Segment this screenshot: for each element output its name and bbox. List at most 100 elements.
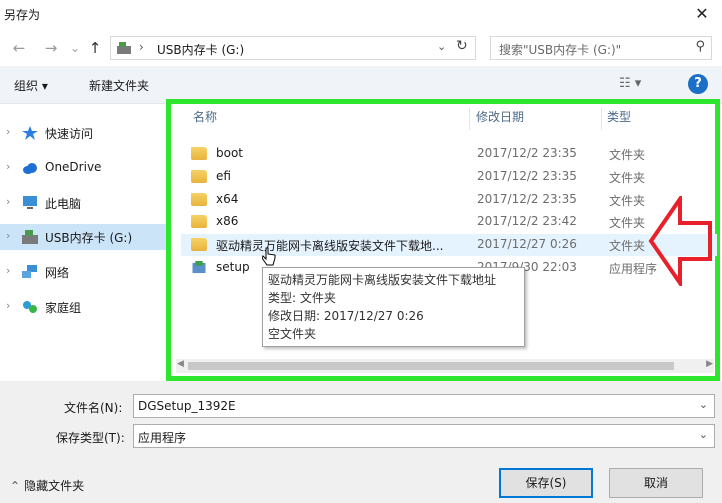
- collapse-caret-icon: ⌃: [10, 479, 21, 493]
- sidebar-item-label: 此电脑: [45, 197, 82, 211]
- sidebar-item-label: USB内存卡 (G:): [45, 231, 133, 245]
- sidebar-item-homegroup[interactable]: › 家庭组: [0, 294, 166, 320]
- file-row[interactable]: efi 2017/12/2 23:35 文件夹: [181, 166, 717, 188]
- sidebar-item-onedrive[interactable]: › OneDrive: [0, 155, 166, 181]
- file-row[interactable]: boot 2017/12/2 23:35 文件夹: [181, 143, 717, 165]
- scroll-right-icon[interactable]: ▶: [706, 359, 713, 369]
- folder-icon: [191, 170, 207, 183]
- expand-chevron-icon[interactable]: ›: [6, 264, 10, 277]
- search-placeholder: 搜索"USB内存卡 (G:)": [499, 43, 622, 57]
- sidebar-item-usb-drive[interactable]: › USB内存卡 (G:): [0, 224, 166, 250]
- new-folder-button[interactable]: 新建文件夹: [89, 77, 149, 94]
- column-header-type[interactable]: 类型: [607, 108, 631, 125]
- cloud-icon: [23, 163, 37, 174]
- computer-icon: [23, 196, 37, 209]
- organize-menu[interactable]: 组织 ▾: [14, 77, 48, 94]
- cancel-button[interactable]: 取消: [609, 468, 703, 498]
- filename-field[interactable]: DGSetup_1392E ⌄: [133, 394, 715, 418]
- back-arrow-icon[interactable]: ←: [10, 38, 28, 58]
- tooltip-type: 类型: 文件夹: [268, 291, 336, 305]
- star-icon: [22, 126, 38, 140]
- file-type: 文件夹: [609, 148, 646, 162]
- horizontal-scrollbar[interactable]: ◀ ▶: [176, 359, 714, 373]
- folder-icon: [191, 215, 207, 228]
- file-name: x86: [216, 214, 239, 228]
- file-type: 文件夹: [609, 216, 646, 230]
- homegroup-icon: [23, 301, 37, 313]
- save-form-area: 文件名(N): DGSetup_1392E ⌄ 保存类型(T): 应用程序 ⌄ …: [0, 381, 722, 503]
- file-tooltip: 驱动精灵万能网卡离线版安装文件下载地址 类型: 文件夹 修改日期: 2017/1…: [262, 267, 525, 347]
- scroll-left-icon[interactable]: ◀: [177, 359, 184, 369]
- search-icon[interactable]: ⚲: [695, 39, 705, 54]
- forward-arrow-icon[interactable]: →: [42, 38, 60, 58]
- title-bar: 另存为 ✕: [0, 0, 722, 30]
- expand-chevron-icon[interactable]: ›: [6, 195, 10, 208]
- address-dropdown-icon[interactable]: ⌄: [437, 40, 446, 53]
- up-arrow-icon[interactable]: ↑: [86, 38, 104, 58]
- search-box[interactable]: 搜索"USB内存卡 (G:)" ⚲: [490, 36, 712, 60]
- file-name: 驱动精灵万能网卡离线版安装文件下载地...: [216, 239, 444, 253]
- column-header-date[interactable]: 修改日期: [476, 108, 524, 125]
- file-date: 2017/12/2 23:42: [477, 214, 577, 228]
- address-row: ← → ⌄ ↑ › USB内存卡 (G:) ⌄ ↻ 搜索"USB内存卡 (G:)…: [0, 30, 722, 66]
- expand-chevron-icon[interactable]: ›: [6, 125, 10, 138]
- tooltip-name: 驱动精灵万能网卡离线版安装文件下载地址: [268, 273, 497, 287]
- hide-folders-toggle[interactable]: ⌃ 隐藏文件夹: [10, 477, 84, 494]
- help-icon[interactable]: ?: [688, 74, 708, 94]
- drive-icon: [22, 230, 38, 244]
- sidebar-item-network[interactable]: › 网络: [0, 259, 166, 285]
- file-name: setup: [216, 260, 250, 274]
- file-type: 文件夹: [609, 171, 646, 185]
- folder-icon: [191, 238, 207, 251]
- column-divider[interactable]: [469, 108, 470, 130]
- filetype-dropdown-icon[interactable]: ⌄: [699, 428, 708, 441]
- file-date: 2017/12/2 23:35: [477, 169, 577, 183]
- navigation-pane: › 快速访问 › OneDrive › 此电脑 › USB内存卡 (G:) › …: [0, 104, 166, 380]
- column-divider[interactable]: [601, 108, 602, 130]
- expand-chevron-icon[interactable]: ›: [6, 160, 10, 173]
- window-title: 另存为: [4, 8, 41, 22]
- filename-label: 文件名(N):: [64, 401, 123, 415]
- sidebar-item-label: 网络: [45, 266, 70, 280]
- column-header-name[interactable]: 名称: [193, 108, 217, 125]
- file-type: 文件夹: [609, 239, 646, 253]
- sidebar-item-this-pc[interactable]: › 此电脑: [0, 190, 166, 216]
- expand-chevron-icon[interactable]: ›: [6, 229, 10, 242]
- usb-drive-icon: [117, 42, 131, 54]
- file-name: boot: [216, 146, 244, 160]
- refresh-icon[interactable]: ↻: [456, 38, 468, 54]
- folder-icon: [191, 147, 207, 160]
- file-row[interactable]: x64 2017/12/2 23:35 文件夹: [181, 189, 717, 211]
- filetype-label: 保存类型(T):: [56, 431, 125, 445]
- breadcrumb-separator: ›: [139, 40, 144, 54]
- network-icon: [22, 265, 37, 278]
- file-date: 2017/12/2 23:35: [477, 192, 577, 206]
- file-name: x64: [216, 192, 239, 206]
- sidebar-item-label: OneDrive: [45, 160, 102, 174]
- recent-locations-chevron-icon[interactable]: ⌄: [66, 38, 84, 58]
- setup-icon: [192, 261, 206, 274]
- file-row[interactable]: x86 2017/12/2 23:42 文件夹: [181, 211, 717, 233]
- close-icon[interactable]: ✕: [688, 2, 716, 26]
- breadcrumb-usb-drive[interactable]: USB内存卡 (G:): [157, 41, 244, 58]
- filetype-select[interactable]: 应用程序 ⌄: [133, 424, 715, 448]
- filename-dropdown-icon[interactable]: ⌄: [699, 398, 708, 411]
- file-name: efi: [216, 169, 231, 183]
- filename-value: DGSetup_1392E: [138, 399, 236, 413]
- sidebar-item-quick-access[interactable]: › 快速访问: [0, 120, 166, 146]
- sidebar-item-label: 家庭组: [45, 301, 82, 315]
- red-arrow-annotation-icon: [648, 196, 712, 286]
- scrollbar-thumb[interactable]: [188, 362, 674, 370]
- file-type: 文件夹: [609, 194, 646, 208]
- view-options-icon[interactable]: ☷ ▾: [619, 76, 641, 91]
- mouse-cursor-icon: [262, 247, 276, 266]
- folder-icon: [191, 193, 207, 206]
- tooltip-empty: 空文件夹: [268, 327, 317, 341]
- expand-chevron-icon[interactable]: ›: [6, 299, 10, 312]
- file-date: 2017/12/2 23:35: [477, 146, 577, 160]
- sidebar-item-label: 快速访问: [45, 127, 94, 141]
- address-bar[interactable]: › USB内存卡 (G:) ⌄ ↻: [110, 36, 476, 60]
- file-date: 2017/12/27 0:26: [477, 237, 577, 251]
- tooltip-modified: 修改日期: 2017/12/27 0:26: [268, 309, 424, 323]
- save-button[interactable]: 保存(S): [499, 468, 593, 498]
